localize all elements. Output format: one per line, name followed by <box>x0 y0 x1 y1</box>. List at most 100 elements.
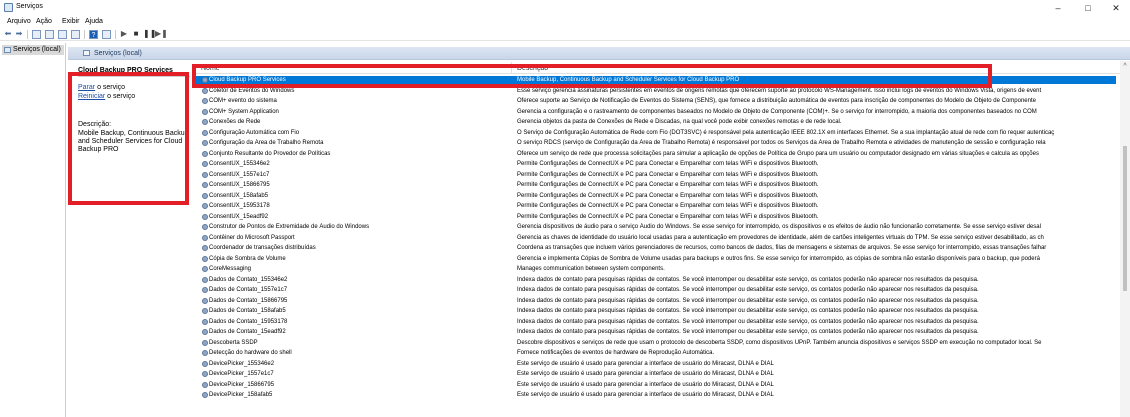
service-gear-icon <box>202 150 208 157</box>
menu-action[interactable]: Ação <box>36 18 52 25</box>
service-gear-icon <box>202 245 208 251</box>
service-gear-icon <box>202 87 208 94</box>
menu-view[interactable]: Exibir <box>62 18 80 25</box>
restart-service-icon[interactable]: ▶❚ <box>155 29 168 39</box>
service-row[interactable]: DevicePicker_1557e1c7 Este serviço de usu… <box>194 370 1116 378</box>
service-row[interactable]: ConsentUX_15866795 Permite Configurações … <box>194 181 1116 189</box>
service-gear-icon <box>202 171 208 178</box>
service-row[interactable]: ConsentUX_15eadf92 Permite Configurações … <box>194 213 1116 221</box>
service-description: Gerencia objetos da pasta de Conexões de… <box>517 119 842 125</box>
service-row[interactable]: Dados de Contato_15953178 Indexa dados de… <box>194 318 1116 326</box>
highlight-box-details <box>68 72 189 205</box>
service-row[interactable]: DevicePicker_158afab5 Este serviço de usu… <box>194 391 1116 399</box>
minimize-button[interactable]: – <box>1044 1 1072 15</box>
service-row[interactable]: Detecção do hardware do shell Fornece not… <box>194 349 1116 357</box>
toolbar-separator <box>27 30 28 39</box>
start-service-icon[interactable]: ▶ <box>119 29 129 39</box>
service-description: Gerencia a configuração e o rastreamento… <box>517 108 1037 115</box>
service-row[interactable]: Dados de Contato_15eadf92 Indexa dados de… <box>194 328 1116 336</box>
toolbar-separator <box>115 30 116 39</box>
service-gear-icon <box>202 329 208 335</box>
stop-service-icon[interactable]: ■ <box>131 29 141 39</box>
service-description: Permite Configurações de ConnectUX e PC … <box>517 161 819 167</box>
service-row[interactable]: COM+ System Application Gerencia a config… <box>194 108 1116 116</box>
window-title: Serviços <box>16 3 43 10</box>
service-row[interactable]: Dados de Contato_158afab5 Indexa dados de… <box>194 307 1116 315</box>
service-row[interactable]: CoreMessaging Manages communication betwe… <box>194 265 1116 273</box>
service-row[interactable]: Conexões de Rede Gerencia objetos da past… <box>194 118 1116 126</box>
service-row[interactable]: DevicePicker_15866795 Este serviço de usu… <box>194 381 1116 389</box>
service-description: Oferece um serviço de rede que processa … <box>517 150 1039 157</box>
pause-service-icon[interactable]: ❚❚ <box>143 29 156 39</box>
service-description: Este serviço de usuário é usado para ger… <box>517 381 774 388</box>
service-row[interactable]: ConsentUX_15953178 Permite Configurações … <box>194 202 1116 210</box>
service-gear-icon <box>202 308 208 314</box>
maximize-button[interactable]: □ <box>1074 1 1102 15</box>
service-name: ConsentUX_15953178 <box>209 203 270 209</box>
service-name: Dados de Contato_158afab5 <box>209 308 286 314</box>
service-row[interactable]: Dados de Contato_155346e2 Indexa dados de… <box>194 276 1116 284</box>
service-description: Permite Configurações de ConnectUX e PC … <box>517 192 819 199</box>
service-gear-icon <box>202 266 208 272</box>
main-pane-title: Serviços (local) <box>94 50 142 57</box>
service-name: ConsentUX_15eadf92 <box>209 213 269 220</box>
service-name: Dados de Contato_155346e2 <box>209 276 288 283</box>
export-list-icon[interactable] <box>71 30 80 39</box>
service-gear-icon <box>202 182 208 188</box>
service-row[interactable]: DevicePicker_155346e2 Este serviço de usu… <box>194 360 1116 368</box>
service-description: Permite Configurações de ConnectUX e PC … <box>517 182 819 188</box>
console-tree: Serviços (local) <box>0 43 66 417</box>
refresh-icon[interactable] <box>58 30 67 39</box>
service-gear-icon <box>202 234 208 241</box>
service-name: COM+ evento do sistema <box>209 98 277 104</box>
show-hide-action-pane-icon[interactable] <box>102 30 111 39</box>
service-gear-icon <box>202 392 208 398</box>
scroll-up-icon[interactable]: ^ <box>1121 63 1129 71</box>
service-gear-icon <box>202 98 208 104</box>
service-row[interactable]: Cópia de Sombra de Volume Gerencia e impl… <box>194 255 1116 263</box>
service-name: DevicePicker_158afab5 <box>209 392 273 398</box>
back-arrow-icon[interactable]: ⬅ <box>3 29 13 39</box>
service-row[interactable]: Conjunto Resultante do Provedor de Polít… <box>194 150 1116 158</box>
service-row[interactable]: Configuração Automática com Fio O Serviço… <box>194 129 1116 137</box>
service-row[interactable]: COM+ evento do sistema Oferece suporte ao… <box>194 97 1116 105</box>
service-row[interactable]: Descoberta SSDP Descobre dispositivos e s… <box>194 339 1116 347</box>
service-gear-icon <box>202 287 208 293</box>
service-gear-icon <box>202 297 208 304</box>
close-button[interactable]: ✕ <box>1102 1 1130 15</box>
service-row[interactable]: ConsentUX_155346e2 Permite Configurações … <box>194 160 1116 168</box>
service-name: Conjunto Resultante do Provedor de Polít… <box>209 150 331 157</box>
service-name: Detecção do hardware do shell <box>209 350 292 356</box>
service-description: Permite Configurações de ConnectUX e PC … <box>517 171 819 178</box>
service-name: DevicePicker_1557e1c7 <box>209 371 274 377</box>
tree-item-services-local[interactable]: Serviços (local) <box>2 45 64 55</box>
properties-icon[interactable] <box>45 30 54 39</box>
service-description: Gerencia dispositivos de áudio para o se… <box>517 224 1041 230</box>
service-description: O Serviço de Configuração Automática de … <box>517 129 1055 136</box>
service-description: Fornece notificações de eventos de hardw… <box>517 350 715 356</box>
service-description: Oferece suporte ao Serviço de Notificaçã… <box>517 98 1036 104</box>
service-row[interactable]: Configuração da Área de Trabalho Remota O… <box>194 139 1116 147</box>
service-row[interactable]: Dados de Contato_1557e1c7 Indexa dados de… <box>194 286 1116 294</box>
vertical-scrollbar[interactable]: ^ <box>1120 61 1130 417</box>
console-tree-icon[interactable] <box>32 30 41 39</box>
service-name: COM+ System Application <box>209 108 279 115</box>
help-icon[interactable]: ? <box>89 30 98 39</box>
service-name: Coordenador de transações distribuídas <box>209 245 316 251</box>
forward-arrow-icon[interactable]: ➡ <box>14 29 24 39</box>
service-row[interactable]: Coordenador de transações distribuídas Co… <box>194 244 1116 252</box>
service-name: Descoberta SSDP <box>209 339 258 346</box>
service-row[interactable]: Contêiner do Microsoft Passport Gerencia … <box>194 234 1116 242</box>
toolbar-separator <box>84 30 85 39</box>
service-gear-icon <box>202 129 208 136</box>
service-gear-icon <box>202 161 208 167</box>
service-row[interactable]: Construtor de Pontos de Extremidade de Á… <box>194 223 1116 231</box>
menu-file[interactable]: Arquivo <box>7 18 31 25</box>
menu-help[interactable]: Ajuda <box>85 18 103 25</box>
service-row[interactable]: ConsentUX_1557e1c7 Permite Configurações … <box>194 171 1116 179</box>
service-description: Indexa dados de contato para pesquisas r… <box>517 329 979 335</box>
service-gear-icon <box>202 276 208 283</box>
service-row[interactable]: ConsentUX_158afab5 Permite Configurações … <box>194 192 1116 200</box>
scrollbar-thumb[interactable] <box>1123 146 1127 291</box>
service-row[interactable]: Dados de Contato_15866795 Indexa dados de… <box>194 297 1116 305</box>
